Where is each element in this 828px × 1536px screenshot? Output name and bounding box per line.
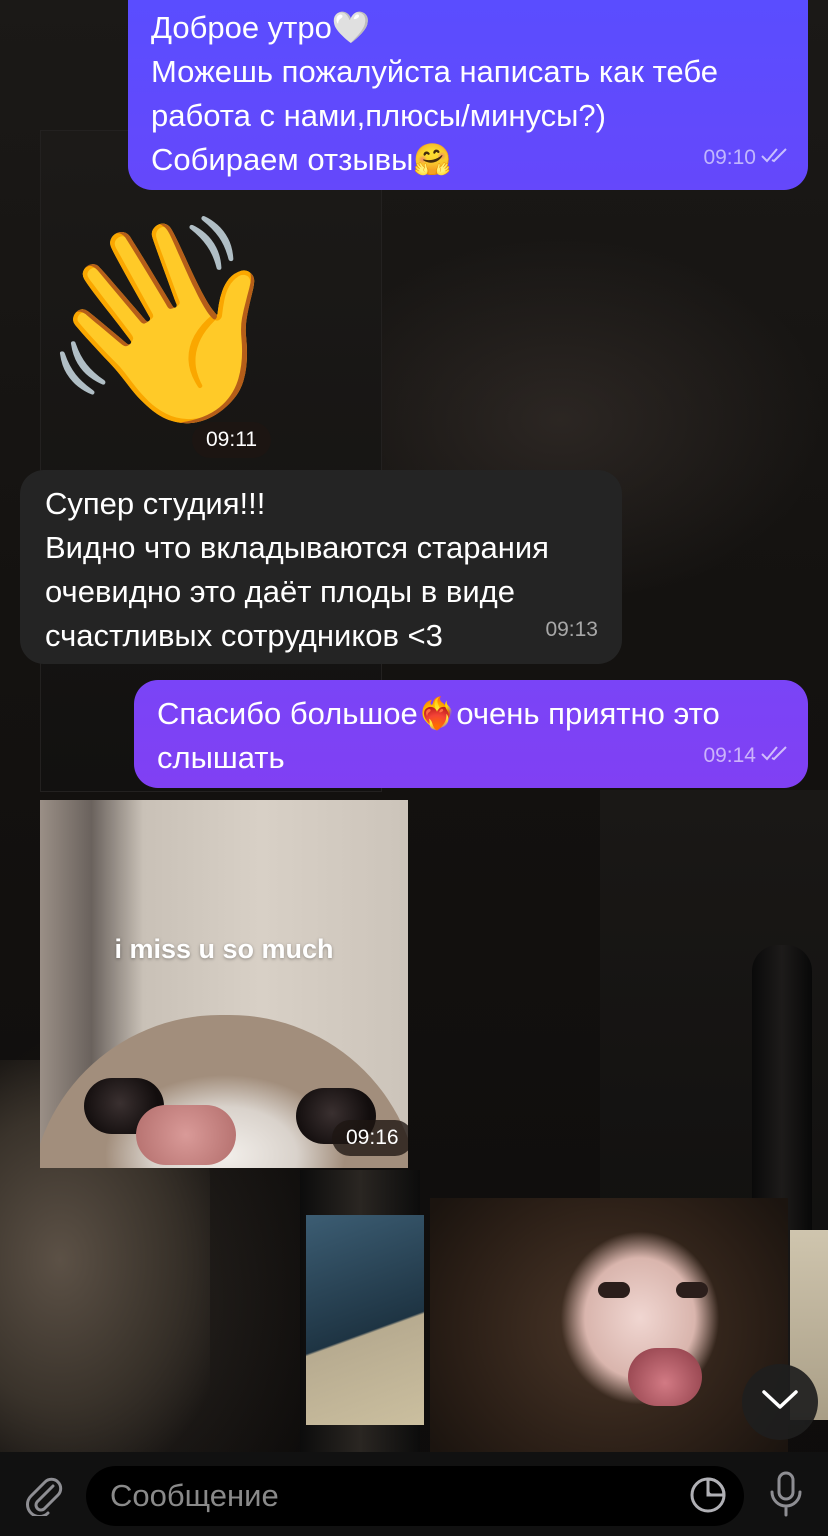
- message-time: 09:13: [545, 618, 598, 641]
- message-meta: 09:10: [703, 136, 790, 180]
- waving-hand-sticker: 👋: [38, 210, 288, 433]
- video-face-mouth: [628, 1348, 702, 1406]
- video-face-eye: [598, 1282, 630, 1298]
- gif-cat-nose: [136, 1105, 236, 1165]
- gif-message[interactable]: i miss u so much 09:16: [40, 800, 408, 1168]
- message-time: 09:11: [192, 422, 271, 458]
- double-check-icon: [760, 734, 790, 778]
- message-text-line: работа с нами,плюсы/минусы?): [151, 98, 606, 133]
- microphone-icon: [768, 1470, 804, 1523]
- wallpaper-bottle-label: [306, 1215, 424, 1425]
- message-text-line: слышать: [157, 740, 285, 775]
- sticker-button[interactable]: [684, 1473, 732, 1521]
- message-meta: 09:14: [703, 734, 790, 778]
- message-text-line: Спасибо большое❤️‍🔥очень приятно это: [157, 696, 720, 731]
- message-text-line: Доброе утро🤍: [151, 10, 371, 45]
- message-input[interactable]: [86, 1466, 744, 1526]
- chevron-down-icon: [760, 1388, 800, 1417]
- message-time: 09:10: [703, 146, 756, 169]
- message-text-line: Можешь пожалуйста написать как тебе: [151, 54, 718, 89]
- message-time: 09:16: [332, 1120, 408, 1156]
- double-check-icon: [760, 136, 790, 180]
- video-message[interactable]: [430, 1198, 788, 1452]
- message-time: 09:14: [703, 744, 756, 767]
- sticker-message[interactable]: 👋 09:11: [38, 210, 287, 458]
- microphone-button[interactable]: [760, 1468, 812, 1524]
- outgoing-message[interactable]: Доброе утро🤍 Можешь пожалуйста написать …: [128, 0, 808, 190]
- video-face-eye: [676, 1282, 708, 1298]
- sticker-icon: [688, 1475, 728, 1520]
- message-text-line: Видно что вкладываются старания: [45, 530, 549, 565]
- message-text-line: очевидно это даёт плоды в виде: [45, 574, 515, 609]
- paperclip-icon: [22, 1472, 66, 1521]
- message-text-line: Супер студия!!!: [45, 486, 266, 521]
- attach-button[interactable]: [18, 1470, 70, 1522]
- message-text-line: счастливых сотрудников <3: [45, 618, 443, 653]
- message-text-line: Собираем отзывы🤗: [151, 142, 452, 177]
- message-meta: 09:13: [545, 608, 598, 652]
- scroll-to-bottom-button[interactable]: [742, 1364, 818, 1440]
- outgoing-message[interactable]: Спасибо большое❤️‍🔥очень приятно это слы…: [134, 680, 808, 788]
- incoming-message[interactable]: Супер студия!!! Видно что вкладываются с…: [20, 470, 622, 664]
- gif-caption: i miss u so much: [114, 934, 334, 964]
